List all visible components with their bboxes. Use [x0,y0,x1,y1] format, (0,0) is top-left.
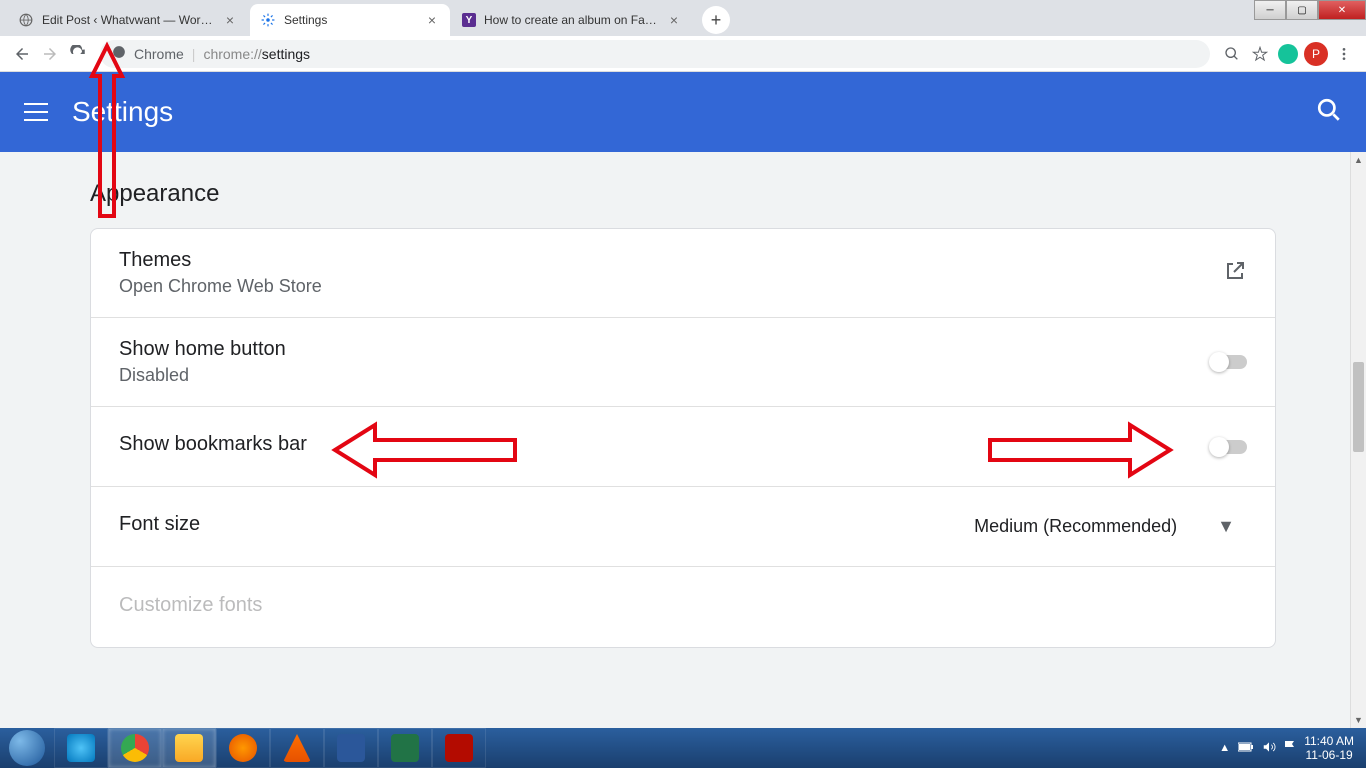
back-button[interactable] [8,40,36,68]
tab-close-icon[interactable]: × [666,12,682,28]
tab-label: How to create an album on Face… [484,13,662,27]
taskbar-explorer[interactable] [162,728,216,768]
scroll-down-arrow[interactable]: ▼ [1351,712,1366,728]
taskbar-clock[interactable]: 11:40 AM 11-06-19 [1304,734,1354,763]
scrollbar[interactable]: ▲ ▼ [1350,152,1366,728]
omnibox-url: settings [262,46,310,62]
section-appearance-title: Appearance [0,152,1366,228]
taskbar-excel[interactable] [378,728,432,768]
annotation-arrow-right [980,415,1180,490]
menu-dots-icon[interactable] [1330,40,1358,68]
dropdown-value: Medium (Recommended) [974,516,1177,537]
row-show-home-button: Show home button Disabled [91,318,1275,407]
taskbar-media-player[interactable] [216,728,270,768]
window-minimize-button[interactable]: ─ [1254,0,1286,20]
row-font-size: Font size Medium (Recommended) ▼ [91,487,1275,567]
gear-icon [260,12,276,28]
scrollbar-thumb[interactable] [1353,362,1364,452]
annotation-arrow-left [325,415,525,490]
battery-icon[interactable] [1238,742,1254,755]
yoast-icon: Y [462,13,476,27]
taskbar-word[interactable] [324,728,378,768]
address-bar[interactable]: Chrome | chrome://settings [100,40,1210,68]
window-close-button[interactable]: ✕ [1318,0,1366,20]
tab-strip: Edit Post ‹ Whatvwant — WordP… × Setting… [0,0,1366,36]
chevron-down-icon: ▼ [1217,516,1235,537]
flag-icon[interactable] [1284,740,1296,757]
settings-header: Settings [0,72,1366,152]
taskbar-vlc[interactable] [270,728,324,768]
tab-settings[interactable]: Settings × [250,4,450,36]
settings-search-button[interactable] [1316,97,1342,128]
row-subtitle: Open Chrome Web Store [119,276,1223,297]
omnibox-scheme: Chrome [134,46,184,62]
home-button-toggle[interactable] [1211,355,1247,369]
omnibox-separator: | [192,46,196,62]
row-title: Show home button [119,338,1211,361]
zoom-icon[interactable] [1218,40,1246,68]
browser-toolbar: Chrome | chrome://settings P [0,36,1366,72]
hamburger-menu-button[interactable] [24,103,48,121]
row-title: Customize fonts [119,594,1247,617]
tab-label: Edit Post ‹ Whatvwant — WordP… [42,13,218,27]
window-maximize-button[interactable]: ▢ [1286,0,1318,20]
row-subtitle: Disabled [119,365,1211,386]
external-link-icon [1223,259,1247,288]
tab-facebook-album[interactable]: Y How to create an album on Face… × [452,4,692,36]
row-title: Font size [119,513,962,536]
bookmark-star-icon[interactable] [1246,40,1274,68]
bookmarks-bar-toggle[interactable] [1211,440,1247,454]
forward-button[interactable] [36,40,64,68]
font-size-dropdown[interactable]: Medium (Recommended) ▼ [962,508,1247,545]
taskbar-ie[interactable] [54,728,108,768]
tab-close-icon[interactable]: × [222,12,238,28]
tab-edit-post[interactable]: Edit Post ‹ Whatvwant — WordP… × [8,4,248,36]
scroll-up-arrow[interactable]: ▲ [1351,152,1366,168]
grammarly-extension-icon[interactable] [1274,40,1302,68]
system-tray: ▲ 11:40 AM 11-06-19 [1215,734,1366,763]
tab-close-icon[interactable]: × [424,12,440,28]
taskbar-chrome[interactable] [108,728,162,768]
globe-icon [18,12,34,28]
row-title: Themes [119,249,1223,272]
new-tab-button[interactable]: + [702,6,730,34]
row-customize-fonts[interactable]: Customize fonts [91,567,1275,647]
volume-icon[interactable] [1262,740,1276,757]
row-themes[interactable]: Themes Open Chrome Web Store [91,229,1275,318]
annotation-arrow-up [82,36,132,231]
taskbar: ▲ 11:40 AM 11-06-19 [0,728,1366,768]
tab-label: Settings [284,13,420,27]
start-button[interactable] [0,728,54,768]
taskbar-acrobat[interactable] [432,728,486,768]
profile-avatar[interactable]: P [1302,40,1330,68]
tray-up-icon[interactable]: ▲ [1219,742,1230,754]
